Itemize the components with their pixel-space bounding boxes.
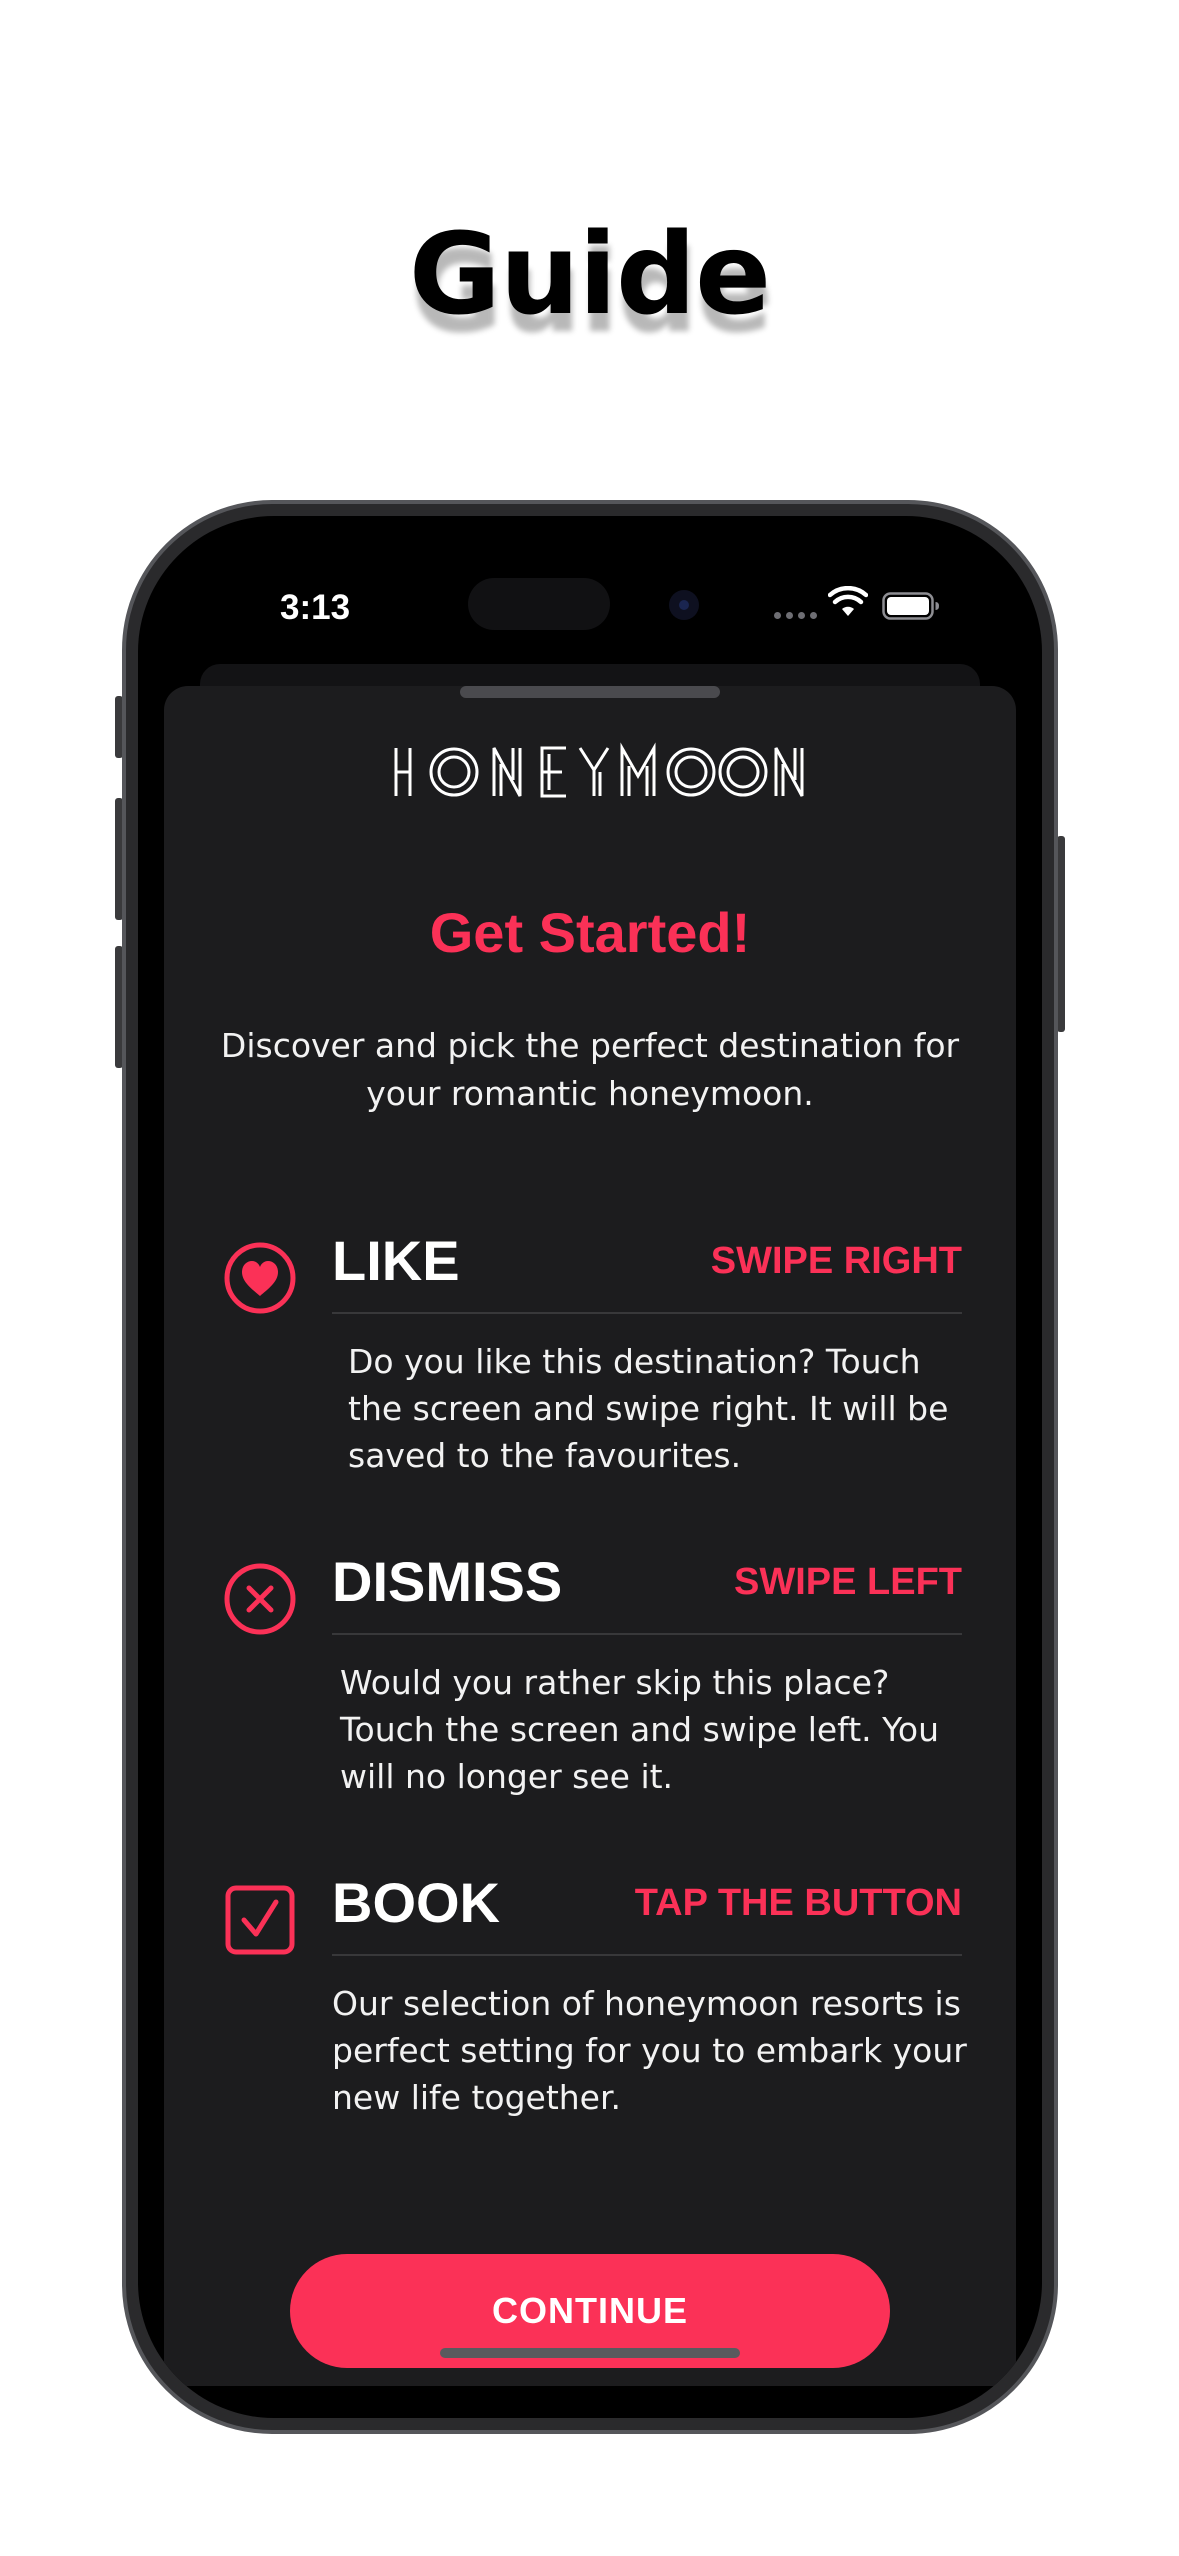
- intro-text: Discover and pick the perfect destinatio…: [220, 1026, 960, 1113]
- power-button: [1057, 836, 1065, 1032]
- feature-divider: [332, 1312, 962, 1314]
- feature-description: Would you rather skip this place? Touch …: [340, 1663, 940, 1796]
- guide-sheet: Get Started! Discover and pick the perfe…: [164, 686, 1016, 2386]
- feature-action: SWIPE RIGHT: [710, 1240, 962, 1282]
- phone-screen: 3:13 Get Started! Discover and pick the …: [138, 516, 1042, 2418]
- page-title: Guide: [408, 210, 771, 340]
- front-camera: [669, 590, 699, 620]
- feature-description: Our selection of honeymoon resorts is pe…: [332, 1984, 967, 2117]
- status-time: 3:13: [280, 588, 351, 627]
- heart-icon: [224, 1242, 296, 1314]
- battery-icon: [882, 592, 939, 620]
- sheet-grabber[interactable]: [460, 686, 720, 698]
- feature-divider: [332, 1954, 962, 1956]
- feature-title: BOOK: [332, 1871, 500, 1934]
- feature-divider: [332, 1633, 962, 1635]
- feature-description: Do you like this destination? Touch the …: [348, 1342, 949, 1475]
- wifi-icon: [828, 586, 868, 616]
- checkmark-square-icon: [225, 1885, 295, 1955]
- xmark-circle-icon: [224, 1563, 296, 1635]
- home-indicator[interactable]: [440, 2348, 740, 2358]
- headline: Get Started!: [429, 901, 751, 964]
- feature-action: SWIPE LEFT: [734, 1561, 962, 1603]
- feature-title: LIKE: [332, 1229, 460, 1292]
- dynamic-island: [468, 578, 610, 630]
- cellular-dots-icon: [774, 612, 818, 620]
- feature-title: DISMISS: [332, 1550, 563, 1613]
- feature-action: TAP THE BUTTON: [634, 1882, 962, 1924]
- honeymoon-logo: [394, 742, 804, 798]
